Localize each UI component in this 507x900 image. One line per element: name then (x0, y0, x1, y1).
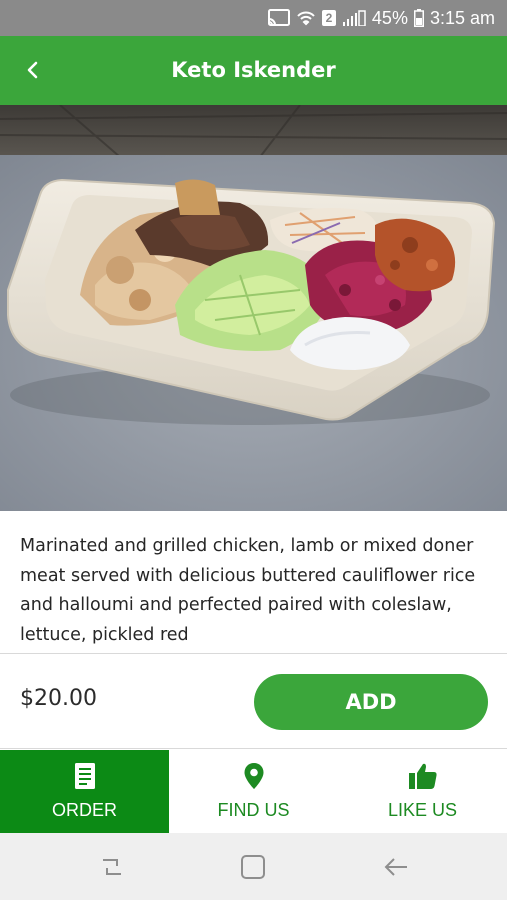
tab-order[interactable]: ORDER (0, 750, 169, 833)
product-price: $20.00 (20, 686, 97, 711)
status-bar: 2 45% 3:15 am (0, 0, 507, 36)
bottom-tab-bar: ORDER FIND US LIKE US (0, 750, 507, 833)
battery-percent: 45% (371, 7, 408, 28)
menu-list-icon (74, 763, 95, 789)
clock: 3:15 am (429, 7, 495, 28)
add-to-order-button[interactable]: ADD (254, 674, 488, 730)
battery-icon (413, 9, 424, 27)
location-pin-icon (244, 763, 263, 789)
recent-apps-button[interactable] (96, 851, 128, 883)
tab-like-us-label: LIKE US (387, 800, 458, 820)
home-button[interactable] (237, 851, 269, 883)
page-title: Keto Iskender (171, 58, 336, 82)
back-arrow-icon (384, 858, 407, 876)
divider (0, 653, 507, 654)
recent-apps-icon (103, 859, 121, 875)
cast-icon (267, 9, 290, 27)
back-nav-button[interactable] (380, 851, 412, 883)
thumbs-up-icon (408, 763, 437, 789)
status-icons: 2 45% 3:15 am (267, 0, 495, 36)
home-icon (241, 855, 265, 879)
product-image (0, 105, 507, 511)
tab-like-us[interactable]: LIKE US (338, 750, 507, 833)
tab-order-label: ORDER (51, 800, 117, 820)
divider (0, 748, 507, 749)
tab-find-us[interactable]: FIND US (169, 750, 338, 833)
sim-badge: 2 (321, 10, 336, 26)
tab-find-us-label: FIND US (217, 800, 290, 820)
system-nav-bar (0, 833, 507, 900)
wifi-icon (296, 10, 316, 26)
signal-icon (342, 10, 366, 26)
app-bar: Keto Iskender (0, 36, 507, 105)
product-description: Marinated and grilled chicken, lamb or m… (20, 536, 476, 645)
